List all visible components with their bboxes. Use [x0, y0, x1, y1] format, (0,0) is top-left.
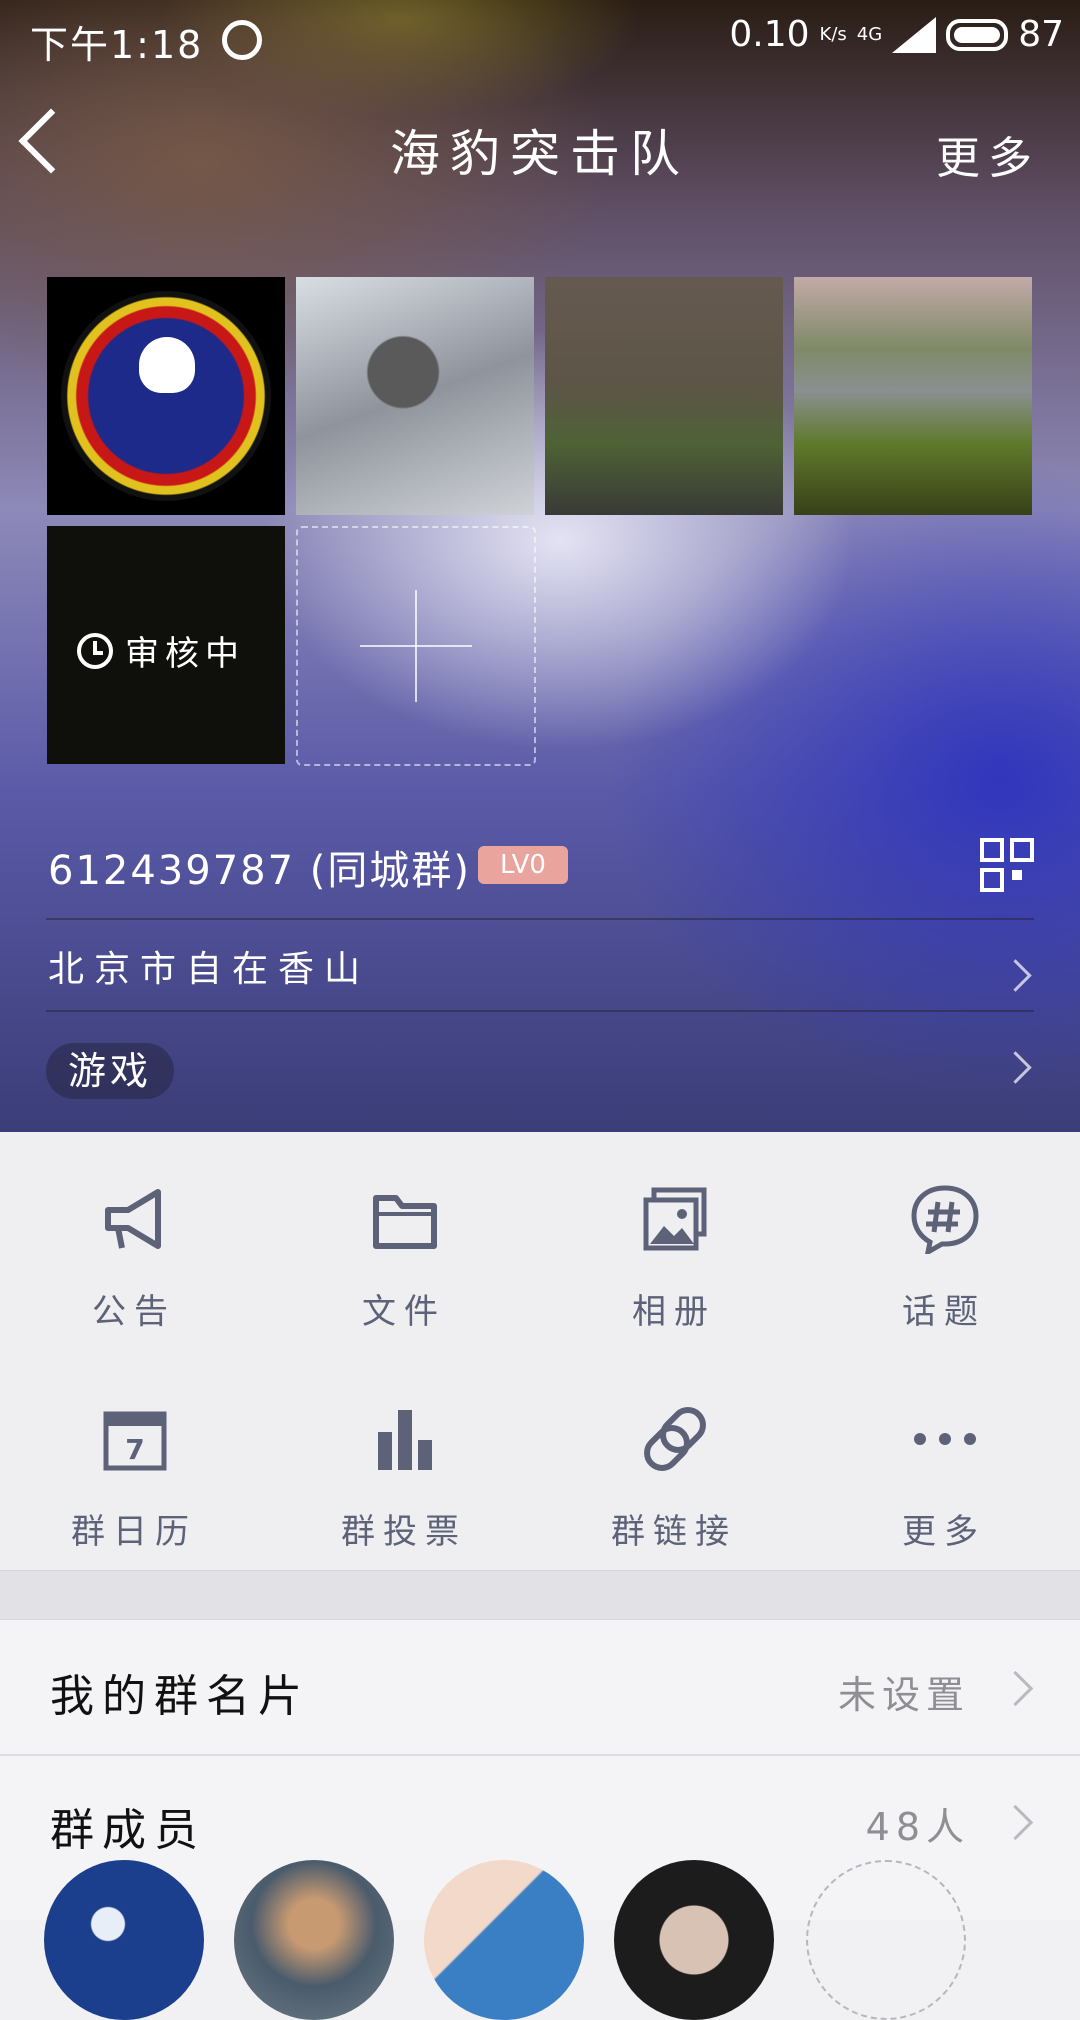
members-count: 48人: [865, 1805, 970, 1849]
section-gap: [0, 1570, 1080, 1620]
qr-corner-bl: [980, 868, 1004, 892]
battery-level: 87: [1018, 14, 1064, 55]
qr-dot: [1012, 870, 1022, 880]
more-dots-icon: [914, 1433, 976, 1445]
my-card-value: 未设置: [837, 1673, 970, 1717]
function-label: 文件: [362, 1292, 446, 1332]
chevron-right-icon: [997, 1804, 1034, 1841]
function-label: 话题: [902, 1292, 986, 1332]
pending-label: 审核中: [125, 634, 245, 674]
location-chevron-icon: [999, 959, 1032, 992]
group-link-button[interactable]: 群链接: [564, 1404, 784, 1554]
pending-review: 审核中: [77, 626, 245, 675]
group-category-tag[interactable]: 游戏: [46, 1043, 175, 1099]
group-photo-2[interactable]: [296, 277, 534, 515]
calendar-icon: 7: [103, 1411, 167, 1471]
group-photo-4[interactable]: [794, 277, 1032, 515]
add-photo-button[interactable]: [296, 526, 536, 766]
group-id: 612439787 (同城群): [48, 848, 471, 894]
function-grid: 公告 文件 相册 话题 7 群日历 群投票 群链接 更多: [0, 1132, 1080, 1570]
member-avatar[interactable]: [234, 1860, 394, 2020]
topics-button[interactable]: 话题: [834, 1184, 1054, 1334]
megaphone-icon: [105, 1189, 161, 1249]
function-label: 群链接: [611, 1512, 737, 1552]
vote-button[interactable]: 群投票: [294, 1404, 514, 1554]
members-title: 群成员: [50, 1805, 206, 1856]
status-indicators: 0.10 K/s 4G 87: [729, 14, 1064, 55]
divider: [46, 1010, 1034, 1012]
status-bar: 下午1:18 0.10 K/s 4G 87: [0, 0, 1080, 80]
my-card-title: 我的群名片: [50, 1671, 310, 1722]
function-label: 相册: [632, 1292, 716, 1332]
function-label: 群投票: [341, 1512, 467, 1552]
group-photo-pending[interactable]: 审核中: [47, 526, 285, 764]
bar-chart-icon: [378, 1410, 432, 1470]
link-icon: [644, 1407, 706, 1471]
member-avatar[interactable]: [424, 1860, 584, 2020]
network-speed: 0.10: [729, 14, 810, 55]
qr-corner-tr: [1010, 838, 1034, 862]
signal-icon: [892, 16, 937, 53]
invite-member-button[interactable]: [806, 1860, 966, 2020]
network-speed-unit: K/s: [819, 24, 847, 45]
calendar-button[interactable]: 7 群日历: [24, 1404, 244, 1554]
page-title: 海豹突击队: [390, 125, 690, 183]
level-badge: LV0: [478, 846, 568, 884]
my-group-card-row[interactable]: 我的群名片 未设置: [0, 1620, 1080, 1754]
skull-image: [139, 337, 195, 393]
battery-icon: [946, 18, 1009, 51]
status-time: 下午1:18: [30, 23, 204, 67]
divider: [46, 918, 1034, 920]
member-avatar[interactable]: [44, 1860, 204, 2020]
album-button[interactable]: 相册: [564, 1184, 784, 1334]
more-button[interactable]: 更多: [936, 122, 1040, 186]
photo-album-icon: [643, 1187, 707, 1251]
more-functions-button[interactable]: 更多: [834, 1404, 1054, 1554]
qr-corner-tl: [980, 838, 1004, 862]
top-nav: 海豹突击队 更多: [0, 100, 1080, 200]
category-chevron-icon: [999, 1051, 1032, 1084]
function-label: 更多: [902, 1512, 986, 1552]
notification-q-icon: [222, 20, 262, 60]
function-label: 公告: [92, 1292, 176, 1332]
member-avatar[interactable]: [614, 1860, 774, 2020]
clock-icon: [77, 632, 113, 669]
group-location[interactable]: 北京市自在香山: [48, 940, 370, 992]
folder-icon: [373, 1195, 437, 1249]
group-photo-3[interactable]: [545, 277, 783, 515]
qr-code-icon[interactable]: [980, 838, 1034, 892]
topic-hash-icon: [911, 1185, 979, 1254]
group-header-background: 下午1:18 0.10 K/s 4G 87 海豹突击队 更多 审核中 61243…: [0, 0, 1080, 1132]
announcement-button[interactable]: 公告: [24, 1184, 244, 1334]
group-photo-1[interactable]: [47, 277, 285, 515]
files-button[interactable]: 文件: [294, 1184, 514, 1334]
chevron-right-icon: [997, 1670, 1034, 1707]
plus-icon-vertical: [415, 590, 417, 702]
network-type: 4G: [856, 24, 883, 45]
calendar-day: 7: [125, 1433, 144, 1466]
function-label: 群日历: [71, 1512, 197, 1552]
seals-emblem-image: [61, 291, 271, 501]
